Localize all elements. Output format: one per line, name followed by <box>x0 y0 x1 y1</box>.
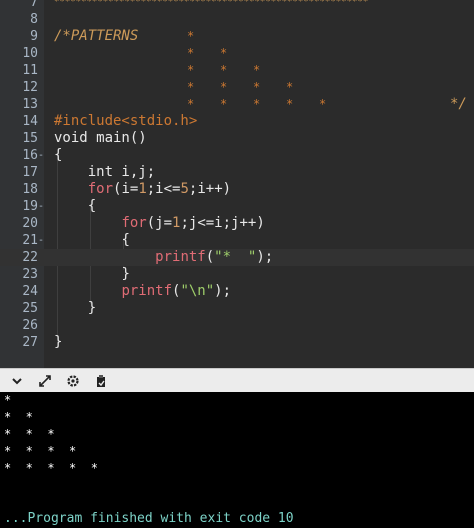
pattern-star: * <box>220 97 228 111</box>
brace: { <box>54 147 63 163</box>
output-line: * <box>4 393 12 407</box>
line-number: 14 <box>22 114 38 129</box>
code-line[interactable]: 16 - { <box>0 147 474 164</box>
comment-border: ****************************************… <box>54 0 369 7</box>
code-line[interactable]: 13 */ <box>0 96 474 113</box>
line-number: 13 <box>22 97 38 112</box>
clipboard-icon[interactable] <box>92 372 110 390</box>
pattern-star: * <box>187 46 195 60</box>
code-line[interactable]: 26 <box>0 317 474 334</box>
variable-declaration: int i,j; <box>54 164 156 180</box>
brace: { <box>121 232 130 248</box>
gear-icon[interactable] <box>64 372 82 390</box>
line-number: 15 <box>22 131 38 146</box>
code-line[interactable]: 24 printf("\n"); <box>0 283 474 300</box>
pattern-star: * <box>220 80 228 94</box>
line-number: 23 <box>22 267 38 282</box>
line-number: 8 <box>30 12 38 27</box>
pattern-star: * <box>220 46 228 60</box>
printf-call: printf("* "); <box>155 249 274 265</box>
code-line[interactable]: 15 void main() <box>0 130 474 147</box>
code-line-current[interactable]: 22 printf("* "); <box>0 249 474 266</box>
console-toolbar <box>0 368 474 393</box>
chevron-down-icon[interactable] <box>8 372 26 390</box>
line-number: 9 <box>30 29 38 44</box>
line-number: 21 <box>22 233 38 248</box>
code-line[interactable]: 12 <box>0 79 474 96</box>
pattern-star: * <box>319 97 327 111</box>
brace: { <box>87 198 97 214</box>
pattern-star: * <box>187 63 195 77</box>
main-declaration: void main() <box>54 130 147 146</box>
pattern-star: * <box>253 80 261 94</box>
pattern-star: * <box>187 97 195 111</box>
line-number: 27 <box>22 335 38 350</box>
pattern-star: * <box>220 63 228 77</box>
code-line[interactable]: 11 <box>0 62 474 79</box>
code-line[interactable]: 23 } <box>0 266 474 283</box>
output-line: * * * * <box>4 444 77 458</box>
brace: } <box>54 334 63 350</box>
line-number: 19 <box>22 199 38 214</box>
comment-text: /*PATTERNS <box>54 28 139 44</box>
inner-for-loop: for(j=1;j<=i;j++) <box>121 215 265 231</box>
line-number: 16 <box>22 148 38 163</box>
line-number: 25 <box>22 301 38 316</box>
fold-toggle[interactable]: - <box>38 232 46 249</box>
line-number: 20 <box>22 216 38 231</box>
output-line: * * <box>4 410 33 424</box>
code-line[interactable]: 14 #include<stdio.h> <box>0 113 474 130</box>
line-number: 18 <box>22 182 38 197</box>
line-number: 17 <box>22 165 38 180</box>
code-line[interactable]: 19 - { <box>0 198 474 215</box>
code-line[interactable]: 9 /*PATTERNS <box>0 28 474 45</box>
output-line: * * * <box>4 427 55 441</box>
code-editor[interactable]: 7 **************************************… <box>0 0 474 368</box>
code-line[interactable]: 17 int i,j; <box>0 164 474 181</box>
console-output[interactable]: * * * * * * * * * * * * * * * ...Program… <box>0 392 474 528</box>
code-line[interactable]: 8 <box>0 11 474 28</box>
expand-icon[interactable] <box>36 372 54 390</box>
printf-call: printf("\n"); <box>121 283 232 299</box>
pattern-star: * <box>286 80 294 94</box>
line-number: 7 <box>30 0 38 10</box>
include-directive: #include<stdio.h> <box>54 113 198 129</box>
line-number: 11 <box>22 63 38 78</box>
code-line[interactable]: 18 for(i=1;i<=5;i++) <box>0 181 474 198</box>
outer-for-loop: for(i=1;i<=5;i++) <box>87 181 232 197</box>
pattern-star: * <box>187 80 195 94</box>
line-number: 26 <box>22 318 38 333</box>
pattern-star: * <box>253 97 261 111</box>
output-line: * * * * * <box>4 461 98 475</box>
brace: } <box>87 300 97 316</box>
comment-close: */ <box>450 96 467 112</box>
code-line[interactable]: 20 for(j=1;j<=i;j++) <box>0 215 474 232</box>
line-number: 12 <box>22 80 38 95</box>
code-line[interactable]: 10 <box>0 45 474 62</box>
code-line[interactable]: 21 - { <box>0 232 474 249</box>
exit-message: ...Program finished with exit code 10 <box>4 511 294 526</box>
line-number: 24 <box>22 284 38 299</box>
line-number: 10 <box>22 46 38 61</box>
fold-toggle[interactable]: - <box>38 147 46 164</box>
code-line[interactable]: 7 **************************************… <box>0 0 474 11</box>
brace: } <box>121 266 130 282</box>
code-line[interactable]: 25 } <box>0 300 474 317</box>
line-number: 22 <box>22 250 38 265</box>
pattern-star: * <box>187 29 195 43</box>
pattern-star: * <box>253 63 261 77</box>
code-line[interactable]: 27 } <box>0 334 474 351</box>
fold-toggle[interactable]: - <box>38 198 46 215</box>
pattern-star: * <box>286 97 294 111</box>
